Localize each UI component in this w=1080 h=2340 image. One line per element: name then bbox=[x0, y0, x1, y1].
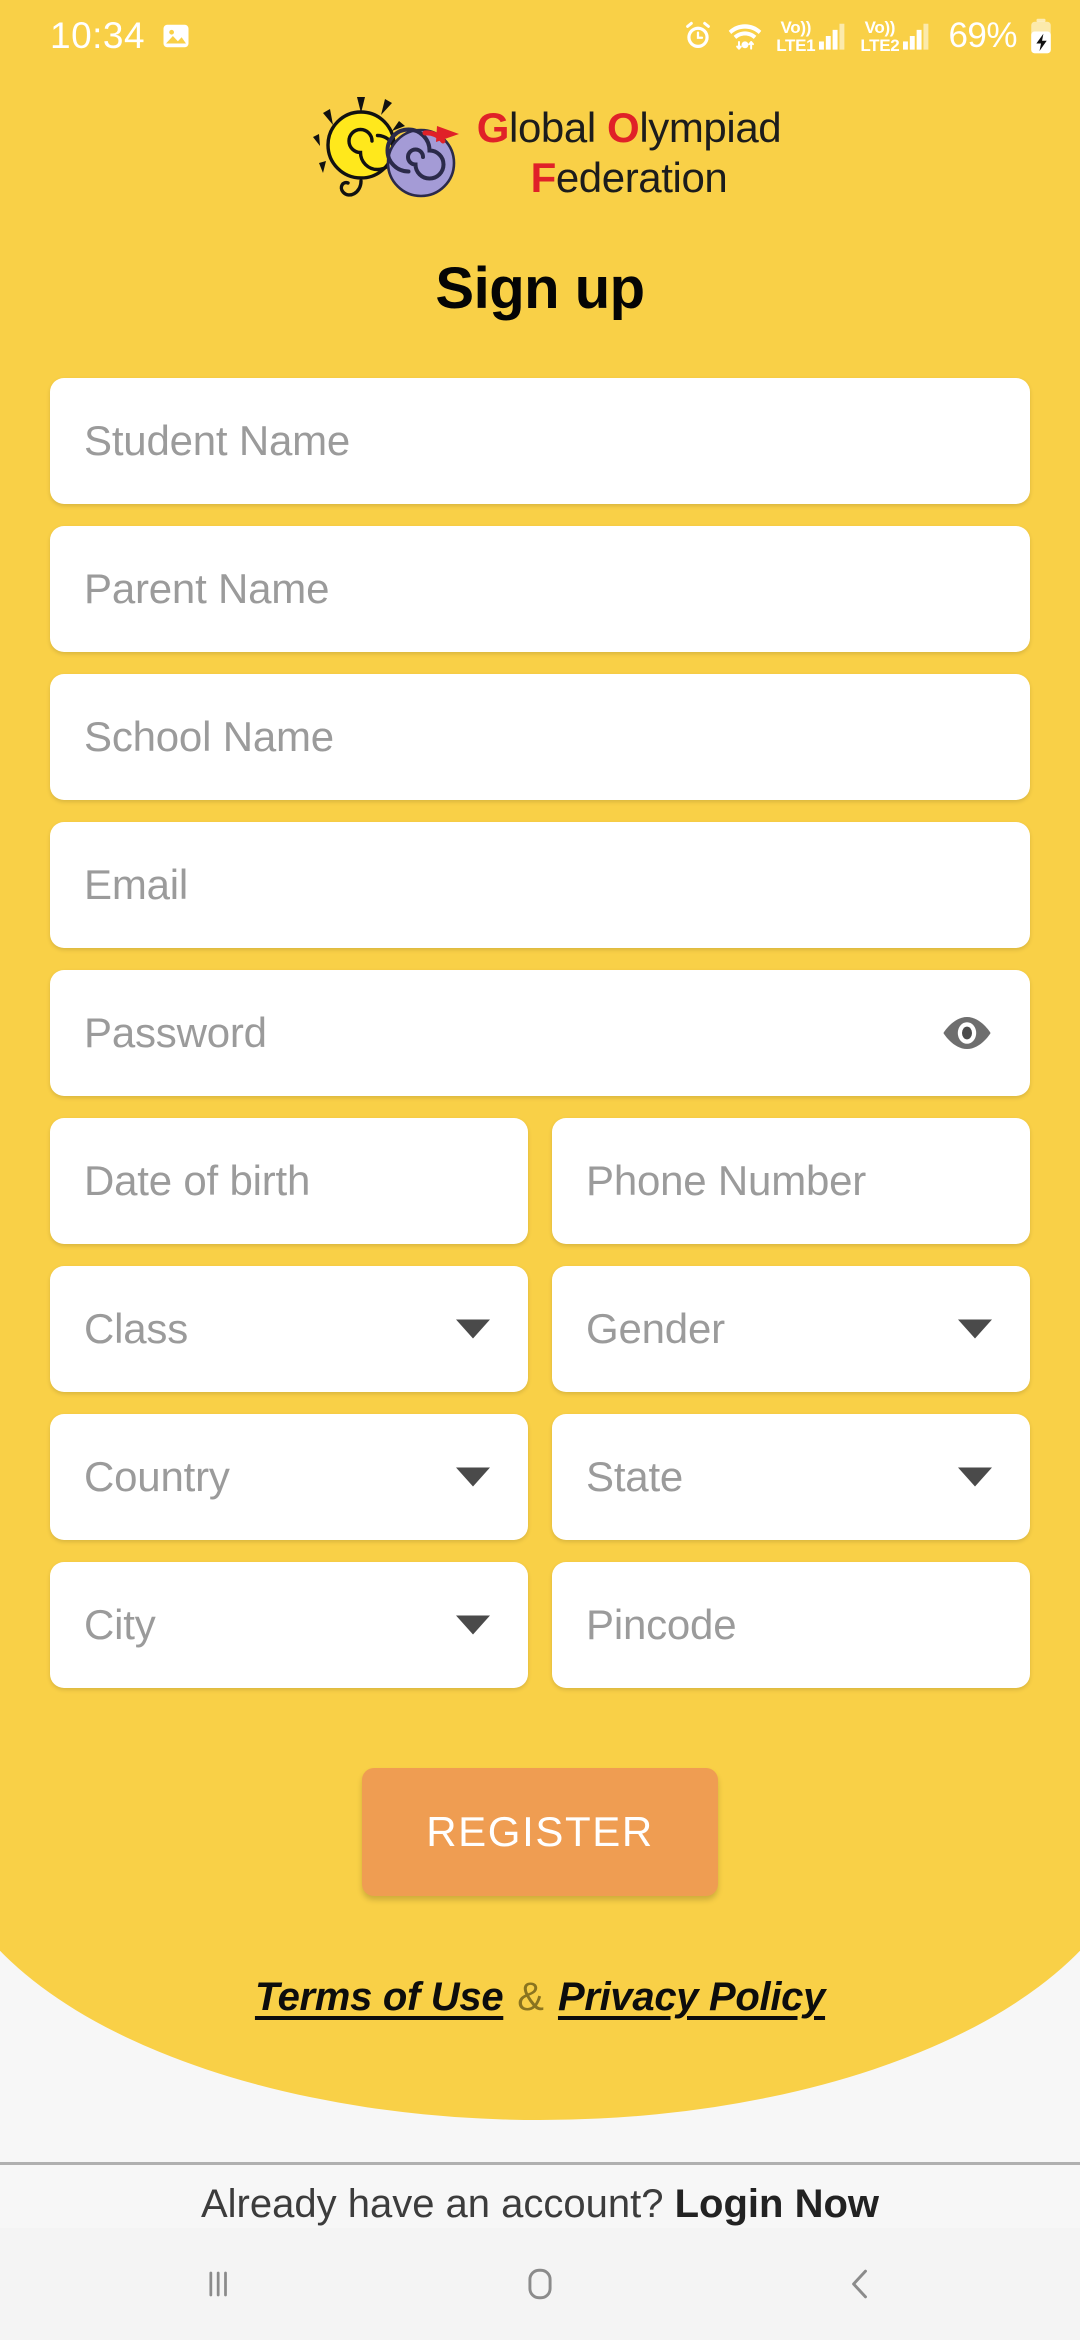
form-row: Parent Name bbox=[50, 526, 1030, 652]
gender-dropdown[interactable]: Gender bbox=[552, 1266, 1030, 1392]
logo-rest-ederation: ederation bbox=[555, 154, 728, 201]
email-placeholder: Email bbox=[84, 861, 189, 908]
country-dropdown[interactable]: Country bbox=[50, 1414, 528, 1540]
login-now-link[interactable]: Login Now bbox=[675, 2182, 879, 2226]
app-screen: 10:34 Vo)) LTE1 Vo)) LTE2 69% Global Oly… bbox=[0, 0, 1080, 2340]
privacy-policy-link[interactable]: Privacy Policy bbox=[558, 1975, 825, 2020]
student-name-placeholder: Student Name bbox=[84, 417, 351, 464]
logo-line-2: Federation bbox=[477, 153, 782, 203]
network-indicator-1: Vo)) LTE1 bbox=[776, 19, 849, 54]
password-field[interactable]: Password bbox=[50, 970, 1030, 1096]
state-dropdown[interactable]: State bbox=[552, 1414, 1030, 1540]
form-row: City Pincode bbox=[50, 1562, 1030, 1688]
logo-accent-g: G bbox=[476, 104, 510, 152]
status-bar: 10:34 Vo)) LTE1 Vo)) LTE2 69% bbox=[0, 0, 1080, 72]
logo-line-1: Global Olympiad bbox=[477, 103, 782, 153]
chevron-down-icon bbox=[456, 1319, 490, 1339]
form-row: Student Name bbox=[50, 378, 1030, 504]
volte-top-1: Vo)) bbox=[780, 17, 812, 37]
alarm-icon bbox=[682, 20, 714, 52]
network-indicator-2: Vo)) LTE2 bbox=[860, 19, 933, 54]
terms-separator: & bbox=[517, 1975, 544, 2019]
app-logo: Global Olympiad Federation bbox=[0, 88, 1080, 218]
chevron-down-icon bbox=[958, 1467, 992, 1487]
form-row: Date of birth Phone Number bbox=[50, 1118, 1030, 1244]
logo-rest-lympiad: lympiad bbox=[639, 104, 782, 152]
class-placeholder: Class bbox=[84, 1305, 189, 1352]
form-row: School Name bbox=[50, 674, 1030, 800]
city-dropdown[interactable]: City bbox=[50, 1562, 528, 1688]
battery-percentage: 69% bbox=[948, 16, 1017, 55]
form-row: Country State bbox=[50, 1414, 1030, 1540]
phone-number-field[interactable]: Phone Number bbox=[552, 1118, 1030, 1244]
terms-of-use-link[interactable]: Terms of Use bbox=[255, 1975, 504, 2020]
date-of-birth-field[interactable]: Date of birth bbox=[50, 1118, 528, 1244]
wifi-icon bbox=[725, 20, 765, 52]
terms-row: Terms of Use & Privacy Policy bbox=[0, 1975, 1080, 2020]
image-icon bbox=[161, 21, 191, 51]
form-row: Email bbox=[50, 822, 1030, 948]
school-name-field[interactable]: School Name bbox=[50, 674, 1030, 800]
logo-accent-f: F bbox=[530, 154, 557, 201]
school-name-placeholder: School Name bbox=[84, 713, 334, 760]
system-navigation-bar bbox=[0, 2228, 1080, 2340]
volte-label-1: Vo)) LTE1 bbox=[776, 19, 815, 54]
city-placeholder: City bbox=[84, 1601, 156, 1648]
date-of-birth-placeholder: Date of birth bbox=[84, 1157, 311, 1204]
register-button-container: REGISTER bbox=[0, 1768, 1080, 1896]
logo-mark-icon bbox=[312, 97, 459, 198]
status-bar-right: Vo)) LTE1 Vo)) LTE2 69% bbox=[682, 16, 1054, 56]
country-placeholder: Country bbox=[84, 1453, 230, 1500]
password-placeholder: Password bbox=[84, 1009, 267, 1056]
volte-bottom-2: LTE2 bbox=[860, 35, 900, 55]
parent-name-placeholder: Parent Name bbox=[84, 565, 330, 612]
battery-charging-icon bbox=[1028, 18, 1054, 54]
signup-form: Student Name Parent Name School Name Ema… bbox=[50, 378, 1030, 1710]
chevron-down-icon bbox=[456, 1467, 490, 1487]
eye-icon[interactable] bbox=[938, 1011, 996, 1055]
class-dropdown[interactable]: Class bbox=[50, 1266, 528, 1392]
register-button[interactable]: REGISTER bbox=[362, 1768, 718, 1896]
volte-label-2: Vo)) LTE2 bbox=[860, 19, 899, 54]
parent-name-field[interactable]: Parent Name bbox=[50, 526, 1030, 652]
login-prompt: Already have an account? Login Now bbox=[0, 2182, 1080, 2227]
volte-bottom-1: LTE1 bbox=[776, 35, 816, 55]
page-title: Sign up bbox=[435, 256, 645, 321]
recents-icon[interactable] bbox=[150, 2228, 290, 2340]
back-icon[interactable] bbox=[790, 2228, 930, 2340]
home-icon[interactable] bbox=[470, 2228, 610, 2340]
bottom-divider bbox=[0, 2162, 1080, 2165]
volte-top-2: Vo)) bbox=[864, 17, 896, 37]
pincode-placeholder: Pincode bbox=[586, 1601, 737, 1648]
form-row: Class Gender bbox=[50, 1266, 1030, 1392]
chevron-down-icon bbox=[456, 1615, 490, 1635]
status-bar-clock: 10:34 bbox=[50, 15, 146, 56]
gender-placeholder: Gender bbox=[586, 1305, 725, 1352]
logo-accent-o: O bbox=[607, 104, 640, 152]
chevron-down-icon bbox=[958, 1319, 992, 1339]
student-name-field[interactable]: Student Name bbox=[50, 378, 1030, 504]
signal-bars-icon-2 bbox=[903, 22, 933, 50]
state-placeholder: State bbox=[586, 1453, 684, 1500]
logo-rest-lobal: lobal bbox=[509, 104, 608, 152]
pincode-field[interactable]: Pincode bbox=[552, 1562, 1030, 1688]
form-row: Password bbox=[50, 970, 1030, 1096]
signal-bars-icon-1 bbox=[819, 22, 849, 50]
phone-number-placeholder: Phone Number bbox=[586, 1157, 867, 1204]
login-prompt-text: Already have an account? bbox=[200, 2182, 675, 2226]
status-bar-left: 10:34 bbox=[50, 15, 191, 57]
logo-text: Global Olympiad Federation bbox=[477, 103, 782, 202]
email-field[interactable]: Email bbox=[50, 822, 1030, 948]
